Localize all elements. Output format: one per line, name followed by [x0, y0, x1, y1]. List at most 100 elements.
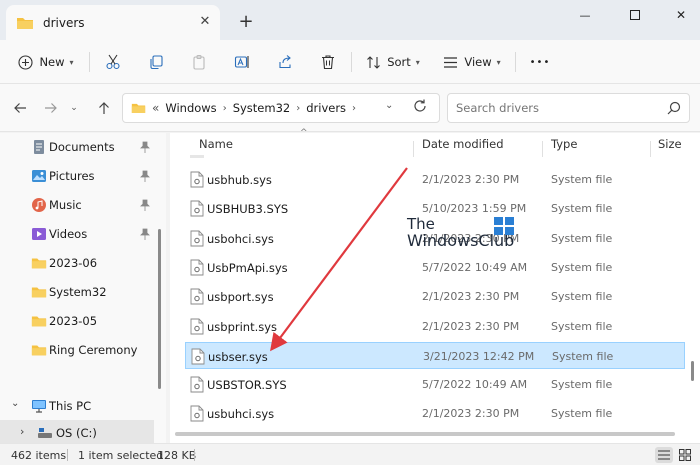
- file-name: usbport.sys: [207, 290, 274, 305]
- close-window-button[interactable]: ✕: [658, 0, 700, 30]
- tab-title: drivers: [43, 15, 85, 30]
- column-header-type[interactable]: Type: [551, 137, 577, 159]
- table-row[interactable]: usbser.sys 3/21/2023 12:42 PM System file: [185, 341, 685, 369]
- new-tab-button[interactable]: +: [236, 12, 256, 32]
- folder-icon: [31, 258, 47, 269]
- file-date-modified: 2/1/2023 2:30 PM: [422, 319, 520, 333]
- recent-locations-button[interactable]: ⌄: [64, 98, 84, 118]
- scissors-icon: [106, 54, 120, 70]
- documents-icon: [34, 140, 44, 154]
- breadcrumb-overflow[interactable]: «: [152, 101, 159, 115]
- horizontal-scrollbar[interactable]: [175, 432, 675, 436]
- chevron-right-icon[interactable]: ›: [20, 425, 24, 438]
- file-type: System file: [552, 349, 614, 363]
- search-box[interactable]: [447, 93, 690, 123]
- tab-close-icon[interactable]: ✕: [196, 13, 214, 31]
- column-header-date[interactable]: Date modified: [422, 137, 504, 159]
- pin-icon[interactable]: [140, 141, 150, 153]
- status-divider: [67, 449, 68, 461]
- file-date-modified: 2/1/2023 2:30 PM: [422, 407, 520, 421]
- column-divider[interactable]: [650, 141, 651, 157]
- chevron-down-icon[interactable]: ⌄: [11, 398, 19, 409]
- view-button[interactable]: View ▾: [439, 48, 505, 76]
- system-file-icon: [190, 171, 204, 188]
- pin-icon[interactable]: [140, 199, 150, 211]
- file-date-modified: 5/10/2023 1:59 PM: [422, 202, 527, 216]
- back-button[interactable]: [10, 98, 30, 118]
- table-row[interactable]: usbprint.sys 2/1/2023 2:30 PM System file: [185, 313, 685, 340]
- file-date-modified: 3/21/2023 12:42 PM: [423, 349, 535, 363]
- file-type: System file: [551, 378, 613, 392]
- paste-button[interactable]: [187, 48, 211, 76]
- table-row[interactable]: UsbPmApi.sys 5/7/2022 10:49 AM System file: [185, 254, 685, 281]
- rename-button[interactable]: [230, 48, 254, 76]
- minimize-button[interactable]: —: [562, 0, 608, 30]
- search-icon: [667, 101, 681, 115]
- sidebar-item-pictures[interactable]: Pictures: [0, 163, 160, 189]
- close-icon: ✕: [675, 8, 687, 22]
- sort-button[interactable]: Sort ▾: [362, 48, 424, 76]
- folder-icon: [31, 316, 47, 327]
- chevron-right-icon: ›: [222, 102, 227, 114]
- folder-icon: [31, 345, 47, 356]
- column-divider[interactable]: [542, 141, 543, 157]
- file-type: System file: [551, 260, 613, 274]
- copy-button[interactable]: [144, 48, 168, 76]
- toolbar-divider: [89, 52, 90, 72]
- breadcrumb-windows[interactable]: Windows: [165, 101, 216, 115]
- address-bar[interactable]: « Windows › System32 › drivers › ⌄: [122, 93, 440, 123]
- forward-button[interactable]: [41, 98, 61, 118]
- sidebar-item-videos[interactable]: Videos: [0, 221, 160, 247]
- sidebar-item-system32[interactable]: System32: [0, 279, 160, 305]
- column-header-size[interactable]: Size: [658, 137, 682, 159]
- sidebar-item-2023-06[interactable]: 2023-06: [0, 250, 160, 276]
- pin-icon[interactable]: [140, 170, 150, 182]
- sidebar-item-this-pc[interactable]: ⌄ This PC: [0, 393, 160, 419]
- pin-icon[interactable]: [140, 228, 150, 240]
- toolbar-divider: [351, 52, 352, 72]
- system-file-icon: [190, 405, 204, 422]
- sidebar-item-label: This PC: [49, 399, 92, 413]
- status-bar: 462 items 1 item selected 128 KB: [0, 443, 700, 465]
- sidebar-item-ring-ceremony[interactable]: Ring Ceremony: [0, 337, 160, 363]
- computer-icon: [32, 400, 46, 413]
- more-options-button[interactable]: •••: [526, 48, 554, 76]
- horizontal-scrollbar-thumb[interactable]: [175, 432, 675, 436]
- details-view-button[interactable]: [655, 447, 673, 463]
- cut-button[interactable]: [101, 48, 125, 76]
- breadcrumb-system32[interactable]: System32: [233, 101, 291, 115]
- maximize-button[interactable]: [612, 0, 658, 30]
- share-button[interactable]: [273, 48, 297, 76]
- file-type: System file: [551, 202, 613, 216]
- file-type: System file: [551, 407, 613, 421]
- column-header-name[interactable]: Name: [199, 137, 233, 159]
- item-count: 462 items: [11, 449, 67, 462]
- sidebar-item-documents[interactable]: Documents: [0, 134, 160, 160]
- table-row[interactable]: USBSTOR.SYS 5/7/2022 10:49 AM System file: [185, 371, 685, 398]
- column-divider[interactable]: [413, 141, 414, 157]
- list-view-icon: [444, 56, 458, 68]
- address-dropdown-icon[interactable]: ⌄: [385, 100, 393, 111]
- table-row[interactable]: usbhub.sys 2/1/2023 2:30 PM System file: [185, 166, 685, 193]
- sidebar-item-music[interactable]: Music: [0, 192, 160, 218]
- sidebar-item-2023-05[interactable]: 2023-05: [0, 308, 160, 334]
- arrow-up-icon: [99, 102, 109, 114]
- sidebar-scrollbar[interactable]: [158, 229, 161, 389]
- breadcrumb-drivers[interactable]: drivers: [306, 101, 346, 115]
- sidebar-item-label: Music: [49, 198, 82, 212]
- new-button[interactable]: New ▾: [14, 48, 78, 76]
- delete-button[interactable]: [316, 48, 340, 76]
- table-row[interactable]: usbport.sys 2/1/2023 2:30 PM System file: [185, 283, 685, 310]
- tab-drivers[interactable]: drivers ✕: [6, 5, 220, 40]
- title-bar: drivers ✕ + — ✕: [0, 0, 700, 40]
- refresh-button[interactable]: [412, 98, 432, 118]
- rename-icon: [234, 56, 249, 68]
- view-label: View: [464, 55, 492, 69]
- search-input[interactable]: [456, 101, 656, 115]
- vertical-scrollbar[interactable]: [691, 361, 694, 381]
- file-date-modified: 5/7/2022 10:49 AM: [422, 378, 528, 392]
- tiles-view-button[interactable]: [676, 447, 694, 463]
- table-row[interactable]: usbuhci.sys 2/1/2023 2:30 PM System file: [185, 400, 685, 427]
- up-button[interactable]: [94, 98, 114, 118]
- sidebar-item-label: Documents: [49, 140, 115, 154]
